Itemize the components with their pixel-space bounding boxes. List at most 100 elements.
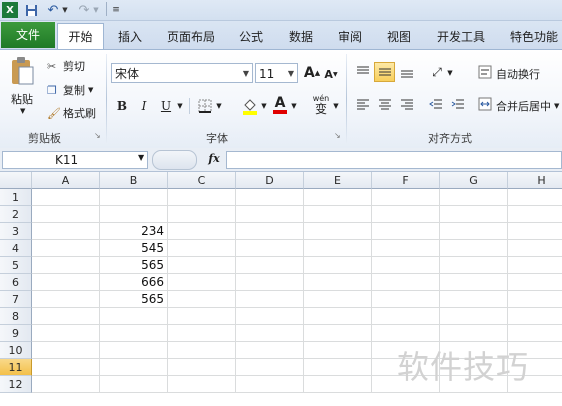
column-header-g[interactable]: G — [440, 172, 508, 189]
tab-developer[interactable]: 开发工具 — [430, 25, 492, 49]
name-box-dropdown-icon[interactable]: ▼ — [138, 153, 144, 162]
cell-e5[interactable] — [304, 257, 372, 274]
row-header-9[interactable]: 9 — [0, 325, 32, 342]
row-header-1[interactable]: 1 — [0, 189, 32, 206]
cell-b7[interactable]: 565 — [100, 291, 168, 308]
cell-g2[interactable] — [440, 206, 508, 223]
cell-g3[interactable] — [440, 223, 508, 240]
cell-f2[interactable] — [372, 206, 440, 223]
cell-d3[interactable] — [236, 223, 304, 240]
column-header-e[interactable]: E — [304, 172, 372, 189]
cell-g7[interactable] — [440, 291, 508, 308]
cell-a11[interactable] — [32, 359, 100, 376]
cell-a3[interactable] — [32, 223, 100, 240]
cell-e10[interactable] — [304, 342, 372, 359]
cell-f9[interactable] — [372, 325, 440, 342]
cell-e11[interactable] — [304, 359, 372, 376]
cell-b2[interactable] — [100, 206, 168, 223]
tab-page-layout[interactable]: 页面布局 — [160, 25, 222, 49]
cell-f6[interactable] — [372, 274, 440, 291]
wrap-text-button[interactable]: 自动换行 — [478, 65, 540, 82]
font-name-combo[interactable]: 宋体 ▼ — [111, 63, 253, 83]
cell-c6[interactable] — [168, 274, 236, 291]
copy-dropdown-icon[interactable]: ▼ — [88, 86, 93, 94]
cell-e8[interactable] — [304, 308, 372, 325]
column-header-h[interactable]: H — [508, 172, 562, 189]
select-all-corner[interactable] — [0, 172, 32, 189]
cell-b5[interactable]: 565 — [100, 257, 168, 274]
cell-d2[interactable] — [236, 206, 304, 223]
cell-d8[interactable] — [236, 308, 304, 325]
align-top-icon[interactable] — [354, 63, 372, 81]
cell-h4[interactable] — [508, 240, 562, 257]
cell-b6[interactable]: 666 — [100, 274, 168, 291]
cell-h7[interactable] — [508, 291, 562, 308]
cell-b12[interactable] — [100, 376, 168, 393]
cell-b10[interactable] — [100, 342, 168, 359]
save-icon[interactable] — [24, 2, 38, 18]
cell-e7[interactable] — [304, 291, 372, 308]
insert-function-icon[interactable]: fx — [205, 150, 223, 168]
cell-e4[interactable] — [304, 240, 372, 257]
cell-d4[interactable] — [236, 240, 304, 257]
cell-d7[interactable] — [236, 291, 304, 308]
align-center-icon[interactable] — [376, 96, 394, 114]
tab-formulas[interactable]: 公式 — [233, 25, 269, 49]
cell-b3[interactable]: 234 — [100, 223, 168, 240]
tab-special[interactable]: 特色功能 — [503, 25, 562, 49]
cell-c7[interactable] — [168, 291, 236, 308]
tab-insert[interactable]: 插入 — [112, 25, 148, 49]
cell-a2[interactable] — [32, 206, 100, 223]
cell-c5[interactable] — [168, 257, 236, 274]
cell-f7[interactable] — [372, 291, 440, 308]
phonetic-guide-button[interactable]: wén 变 — [311, 93, 331, 115]
paste-button[interactable]: 粘贴 — [11, 91, 33, 107]
cell-e3[interactable] — [304, 223, 372, 240]
undo-dropdown-icon[interactable]: ▼ — [61, 2, 69, 18]
align-left-icon[interactable] — [354, 96, 372, 114]
cell-b1[interactable] — [100, 189, 168, 206]
paste-icon[interactable] — [8, 55, 36, 87]
cell-c9[interactable] — [168, 325, 236, 342]
italic-button[interactable]: I — [136, 97, 152, 115]
phonetic-dropdown-icon[interactable]: ▼ — [332, 100, 340, 112]
cell-c12[interactable] — [168, 376, 236, 393]
tab-data[interactable]: 数据 — [283, 25, 319, 49]
cell-a6[interactable] — [32, 274, 100, 291]
cell-h9[interactable] — [508, 325, 562, 342]
copy-button[interactable]: ❐ 复制 ▼ — [47, 82, 93, 98]
cell-h5[interactable] — [508, 257, 562, 274]
formula-bar-splitter[interactable] — [152, 150, 197, 170]
font-size-combo[interactable]: 11 ▼ — [255, 63, 298, 83]
underline-dropdown-icon[interactable]: ▼ — [176, 100, 184, 112]
excel-logo-icon[interactable]: X — [2, 2, 18, 18]
cell-a5[interactable] — [32, 257, 100, 274]
column-header-f[interactable]: F — [372, 172, 440, 189]
cell-c4[interactable] — [168, 240, 236, 257]
grow-font-icon[interactable]: A ▲ — [303, 64, 321, 82]
cell-f8[interactable] — [372, 308, 440, 325]
cell-h2[interactable] — [508, 206, 562, 223]
cell-d5[interactable] — [236, 257, 304, 274]
column-header-b[interactable]: B — [100, 172, 168, 189]
cell-h8[interactable] — [508, 308, 562, 325]
cell-c8[interactable] — [168, 308, 236, 325]
redo-icon[interactable]: ↷ — [77, 2, 91, 18]
shrink-font-icon[interactable]: A ▼ — [323, 66, 339, 82]
cell-h1[interactable] — [508, 189, 562, 206]
paste-dropdown-icon[interactable]: ▼ — [20, 107, 25, 115]
cell-e1[interactable] — [304, 189, 372, 206]
redo-dropdown-icon[interactable]: ▼ — [92, 2, 100, 18]
cell-h6[interactable] — [508, 274, 562, 291]
cell-d12[interactable] — [236, 376, 304, 393]
cell-h3[interactable] — [508, 223, 562, 240]
underline-button[interactable]: U — [158, 97, 174, 115]
font-launcher-icon[interactable]: ↘ — [334, 131, 341, 140]
font-color-dropdown-icon[interactable]: ▼ — [290, 100, 298, 112]
row-header-4[interactable]: 4 — [0, 240, 32, 257]
cell-e9[interactable] — [304, 325, 372, 342]
cell-e2[interactable] — [304, 206, 372, 223]
cell-e6[interactable] — [304, 274, 372, 291]
clipboard-launcher-icon[interactable]: ↘ — [94, 131, 101, 140]
border-dropdown-icon[interactable]: ▼ — [215, 100, 223, 112]
